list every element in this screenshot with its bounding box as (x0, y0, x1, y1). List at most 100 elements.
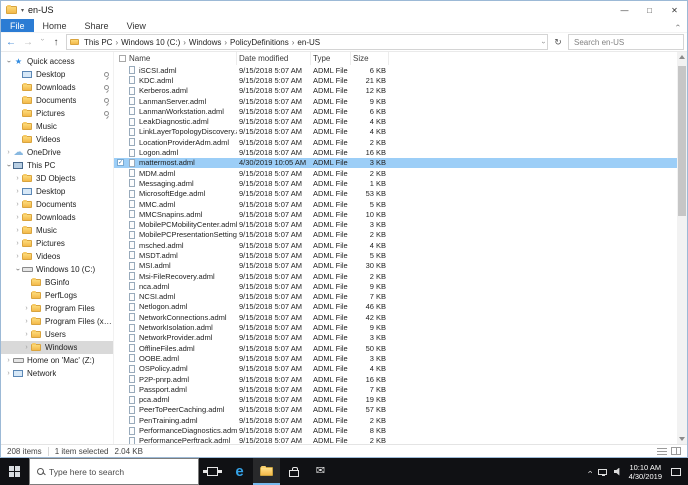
column-header-size[interactable]: Size (351, 52, 389, 65)
file-row-linklayertopologydiscovery-adml[interactable]: LinkLayerTopologyDiscovery.adml9/15/2018… (114, 127, 677, 137)
sidebar-item-desktop[interactable]: ›Desktop (1, 68, 113, 81)
search-input[interactable]: Search en-US (568, 34, 684, 50)
file-row-msdt-adml[interactable]: MSDT.adml 9/15/2018 5:07 AM ADML File 5 KB (114, 250, 677, 260)
file-row-performancediagnostics-adml[interactable]: PerformanceDiagnostics.adml 9/15/2018 5:0… (114, 425, 677, 435)
file-row-messaging-adml[interactable]: Messaging.adml 9/15/2018 5:07 AM ADML File… (114, 178, 677, 188)
sidebar-item-videos[interactable]: ›Videos (1, 250, 113, 263)
menu-tab-share[interactable]: Share (76, 19, 118, 32)
scroll-down-button[interactable] (677, 434, 687, 444)
file-row-networkconnections-adml[interactable]: NetworkConnections.adml 9/15/2018 5:07 AM… (114, 312, 677, 322)
sidebar-item-perflogs[interactable]: ›PerfLogs (1, 289, 113, 302)
file-row-performanceperftrack-adml[interactable]: PerformancePerftrack.adml 9/15/2018 5:07 … (114, 436, 677, 444)
file-row-leakdiagnostic-adml[interactable]: LeakDiagnostic.adml 9/15/2018 5:07 AM ADML… (114, 116, 677, 126)
file-row-nca-adml[interactable]: nca.adml 9/15/2018 5:07 AM ADML File 9 KB (114, 281, 677, 291)
column-header-type[interactable]: Type (311, 52, 351, 65)
file-row-kdc-adml[interactable]: KDC.adml 9/15/2018 5:07 AM ADML File 21 KB (114, 75, 677, 85)
taskbar-clock[interactable]: 10:10 AM 4/30/2019 (629, 463, 662, 481)
sidebar-item-videos[interactable]: ›Videos (1, 133, 113, 146)
expand-chevron-icon[interactable]: › (13, 201, 22, 208)
sidebar-item-music[interactable]: ›Music (1, 224, 113, 237)
file-row-ncsi-adml[interactable]: NCSI.adml 9/15/2018 5:07 AM ADML File 7 KB (114, 292, 677, 302)
file-row-networkprovider-adml[interactable]: NetworkProvider.adml 9/15/2018 5:07 AM ADM… (114, 333, 677, 343)
file-row-offlinefiles-adml[interactable]: OfflineFiles.adml 9/15/2018 5:07 AM ADML F… (114, 343, 677, 353)
file-row-microsoftedge-adml[interactable]: MicrosoftEdge.adml 9/15/2018 5:07 AM ADML … (114, 189, 677, 199)
sidebar-item-desktop[interactable]: ›Desktop (1, 185, 113, 198)
sidebar-item-quick-access[interactable]: › ★ Quick access (1, 55, 113, 68)
column-header-date-modified[interactable]: Date modified (237, 52, 311, 65)
close-button[interactable]: ✕ (662, 1, 687, 19)
sidebar-item-windows-10-c[interactable]: › Windows 10 (C:) (1, 263, 113, 276)
expand-chevron-icon[interactable]: › (13, 253, 22, 260)
sidebar-item-3d-objects[interactable]: › 3D Objects (1, 172, 113, 185)
volume-icon[interactable] (613, 467, 620, 476)
recent-locations-icon[interactable]: › (39, 38, 46, 46)
expand-chevron-icon[interactable]: › (22, 344, 31, 351)
file-row-iscsi-adml[interactable]: iSCSI.adml 9/15/2018 5:07 AM ADML File 6 KB (114, 65, 677, 75)
sidebar-item-pictures[interactable]: › Pictures (1, 237, 113, 250)
address-dropdown-icon[interactable]: › (539, 41, 546, 43)
scroll-up-button[interactable] (677, 52, 687, 62)
file-row-peertopeercaching-adml[interactable]: PeerToPeerCaching.adml 9/15/2018 5:07 AM A… (114, 405, 677, 415)
breadcrumb-item-windows-10-c[interactable]: Windows 10 (C:) (118, 38, 183, 47)
back-button[interactable]: ← (4, 37, 18, 48)
sidebar-item-program-files-x86[interactable]: › Program Files (x86) (1, 315, 113, 328)
scrollbar-track[interactable] (677, 62, 687, 434)
expand-chevron-icon[interactable]: › (13, 240, 22, 247)
sidebar-item-music[interactable]: ›Music (1, 120, 113, 133)
file-row-msi-filerecovery-adml[interactable]: Msi-FileRecovery.adml 9/15/2018 5:07 AM AD… (114, 271, 677, 281)
action-center-icon[interactable] (671, 467, 681, 476)
file-row-mmcsnapins-adml[interactable]: MMCSnapins.adml 9/15/2018 5:07 AM ADML Fil… (114, 209, 677, 219)
breadcrumb-item-this-pc[interactable]: This PC (81, 38, 115, 47)
sidebar-item-bginfo[interactable]: ›BGinfo (1, 276, 113, 289)
sidebar-item-home-on-mac-z[interactable]: › Home on 'Mac' (Z:) (1, 354, 113, 367)
edge-taskbar-button[interactable]: e (226, 458, 253, 485)
sidebar-item-onedrive[interactable]: › ☁ OneDrive (1, 146, 113, 159)
scrollbar-thumb[interactable] (678, 66, 686, 216)
sidebar-item-this-pc[interactable]: › This PC (1, 159, 113, 172)
file-row-locationprovideradm-adml[interactable]: LocationProviderAdm.adml 9/15/2018 5:07 A… (114, 137, 677, 147)
file-row-netlogon-adml[interactable]: Netlogon.adml 9/15/2018 5:07 AM ADML File 4… (114, 302, 677, 312)
breadcrumb-item-windows[interactable]: Windows (186, 38, 224, 47)
sidebar-item-documents[interactable]: ›Documents (1, 94, 113, 107)
expand-chevron-icon[interactable]: › (22, 305, 31, 312)
file-row-kerberos-adml[interactable]: Kerberos.adml 9/15/2018 5:07 AM ADML File 1… (114, 86, 677, 96)
mail-taskbar-button[interactable]: ✉ (307, 458, 334, 485)
address-bar[interactable]: This PC › Windows 10 (C:) › Windows › PolicyDe… (66, 34, 548, 50)
sidebar-item-downloads[interactable]: › Downloads (1, 211, 113, 224)
file-row-oobe-adml[interactable]: OOBE.adml 9/15/2018 5:07 AM ADML File 3 KB (114, 353, 677, 363)
ribbon-expand-icon[interactable]: › (673, 24, 682, 27)
store-taskbar-button[interactable] (280, 458, 307, 485)
file-row-mattermost-adml[interactable]: ✓ mattermost.adml 4/30/2019 10:05 AM ADML F… (114, 157, 677, 168)
details-view-icon[interactable] (657, 447, 667, 455)
expand-chevron-icon[interactable]: › (13, 227, 22, 234)
file-row-lanmanserver-adml[interactable]: LanmanServer.adml 9/15/2018 5:07 AM ADML F… (114, 96, 677, 106)
file-row-mobilepcmobilitycenter-adml[interactable]: MobilePCMobilityCenter.adml 9/15/2018 5:0… (114, 219, 677, 229)
minimize-button[interactable]: — (612, 1, 637, 19)
file-explorer-taskbar-button[interactable] (253, 458, 280, 485)
collapse-chevron-icon[interactable]: › (14, 265, 21, 274)
file-row-pentraining-adml[interactable]: PenTraining.adml 9/15/2018 5:07 AM ADML Fi… (114, 415, 677, 425)
hidden-icons-chevron-icon[interactable]: › (584, 470, 594, 473)
column-header-name[interactable]: Name (127, 52, 237, 65)
collapse-chevron-icon[interactable]: › (5, 161, 12, 170)
file-row-lanmanworkstation-adml[interactable]: LanmanWorkstation.adml 9/15/2018 5:07 AM A… (114, 106, 677, 116)
sidebar-item-users[interactable]: › Users (1, 328, 113, 341)
expand-chevron-icon[interactable]: › (4, 149, 13, 156)
collapse-chevron-icon[interactable]: › (5, 57, 12, 66)
up-button[interactable]: ↑ (49, 37, 63, 48)
sidebar-item-network[interactable]: › Network (1, 367, 113, 380)
expand-chevron-icon[interactable]: › (13, 188, 22, 195)
forward-button[interactable]: → (21, 37, 35, 48)
file-row-mmc-adml[interactable]: MMC.adml 9/15/2018 5:07 AM ADML File 5 KB (114, 199, 677, 209)
select-all-checkbox[interactable] (114, 52, 127, 65)
start-button[interactable] (0, 458, 29, 485)
file-row-pca-adml[interactable]: pca.adml 9/15/2018 5:07 AM ADML File 19 KB (114, 395, 677, 405)
file-row-mdm-adml[interactable]: MDM.adml 9/15/2018 5:07 AM ADML File 2 KB (114, 168, 677, 178)
file-row-p2p-pnrp-adml[interactable]: P2P-pnrp.adml 9/15/2018 5:07 AM ADML File 1… (114, 374, 677, 384)
menu-tab-view[interactable]: View (118, 19, 155, 32)
breadcrumb-item-en-us[interactable]: en-US (294, 38, 323, 47)
titlebar[interactable]: ▾ en-US — □ ✕ (1, 1, 687, 19)
quick-access-toolbar-chevron-icon[interactable]: ▾ (21, 7, 24, 14)
file-row-ospolicy-adml[interactable]: OSPolicy.adml 9/15/2018 5:07 AM ADML File 4… (114, 364, 677, 374)
file-row-logon-adml[interactable]: Logon.adml 9/15/2018 5:07 AM ADML File 16 K… (114, 147, 677, 157)
